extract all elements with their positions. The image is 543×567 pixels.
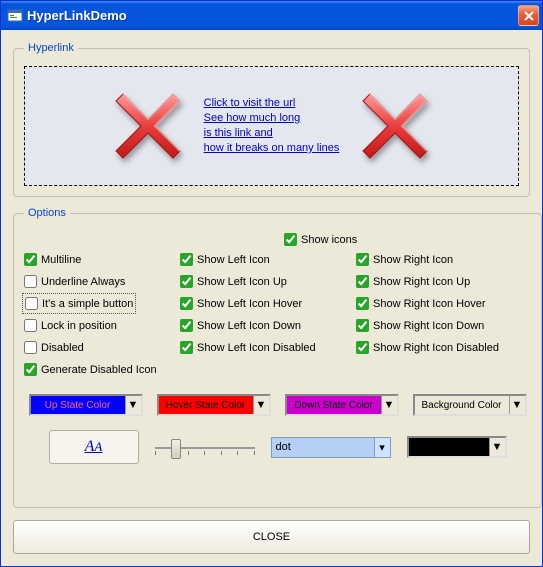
- show-left-icon-disabled-checkbox[interactable]: Show Left Icon Disabled: [180, 339, 350, 356]
- slider-thumb[interactable]: [171, 439, 181, 459]
- window: HyperLinkDemo Hyperlink Click to visit t…: [0, 0, 543, 567]
- slider[interactable]: [155, 439, 255, 455]
- up-state-color-picker[interactable]: Up State Color ▼: [29, 394, 143, 416]
- options-col-2: Show Left Icon Show Left Icon Up Show Le…: [180, 251, 350, 378]
- show-left-icon-hover-checkbox[interactable]: Show Left Icon Hover: [180, 295, 350, 312]
- hover-state-color-picker[interactable]: Hover State Color ▼: [157, 394, 271, 416]
- gen-disabled-icon-checkbox[interactable]: Generate Disabled Icon: [24, 361, 174, 378]
- hyperlink-preview[interactable]: Click to visit the url See how much long…: [24, 66, 519, 186]
- app-icon: [7, 8, 23, 24]
- chevron-down-icon[interactable]: ▼: [253, 396, 269, 414]
- show-right-icon-up-checkbox[interactable]: Show Right Icon Up: [356, 273, 531, 290]
- window-title: HyperLinkDemo: [27, 8, 518, 23]
- chevron-down-icon[interactable]: ▼: [125, 396, 141, 414]
- close-main-button[interactable]: CLOSE: [13, 520, 530, 554]
- show-left-icon-down-checkbox[interactable]: Show Left Icon Down: [180, 317, 350, 334]
- client-area: Hyperlink Click to visit the url See how…: [1, 30, 542, 566]
- font-button[interactable]: AA: [49, 430, 139, 464]
- disabled-checkbox[interactable]: Disabled: [24, 339, 174, 356]
- chevron-down-icon[interactable]: ▼: [509, 396, 525, 414]
- show-right-icon-checkbox[interactable]: Show Right Icon: [356, 251, 531, 268]
- chevron-down-icon[interactable]: ▼: [381, 396, 397, 414]
- lock-position-checkbox[interactable]: Lock in position: [24, 317, 174, 334]
- show-icons-checkbox[interactable]: Show icons: [284, 231, 357, 248]
- background-color-picker[interactable]: Background Color ▼: [413, 394, 527, 416]
- chevron-down-icon[interactable]: ▼: [489, 438, 505, 456]
- chevron-down-icon[interactable]: ▾: [374, 438, 390, 457]
- bottom-controls-row: AA dot ▾ ▼: [24, 430, 531, 464]
- black-color-picker[interactable]: ▼: [407, 436, 507, 458]
- close-button[interactable]: [518, 5, 539, 26]
- color-picker-row: Up State Color ▼ Hover State Color ▼ Dow…: [24, 394, 531, 416]
- right-x-icon: [355, 86, 435, 166]
- show-right-icon-down-checkbox[interactable]: Show Right Icon Down: [356, 317, 531, 334]
- show-right-icon-hover-checkbox[interactable]: Show Right Icon Hover: [356, 295, 531, 312]
- line-style-combo[interactable]: dot ▾: [271, 437, 391, 458]
- options-col-1: Multiline Underline Always It's a simple…: [24, 251, 174, 378]
- show-icons-input[interactable]: [284, 233, 297, 246]
- simple-button-checkbox[interactable]: It's a simple button: [24, 295, 134, 312]
- left-x-icon: [108, 86, 188, 166]
- titlebar[interactable]: HyperLinkDemo: [1, 1, 542, 30]
- show-left-icon-checkbox[interactable]: Show Left Icon: [180, 251, 350, 268]
- underline-checkbox[interactable]: Underline Always: [24, 273, 174, 290]
- options-col-3: Show Right Icon Show Right Icon Up Show …: [356, 251, 531, 378]
- options-group: Options Show icons Multiline Underline A…: [13, 207, 542, 508]
- hyperlink-legend: Hyperlink: [24, 42, 78, 54]
- hyperlink-text[interactable]: Click to visit the url See how much long…: [204, 96, 340, 156]
- show-right-icon-disabled-checkbox[interactable]: Show Right Icon Disabled: [356, 339, 531, 356]
- hyperlink-group: Hyperlink Click to visit the url See how…: [13, 42, 530, 197]
- close-icon: [523, 10, 535, 22]
- show-left-icon-up-checkbox[interactable]: Show Left Icon Up: [180, 273, 350, 290]
- down-state-color-picker[interactable]: Down State Color ▼: [285, 394, 399, 416]
- options-columns: Multiline Underline Always It's a simple…: [24, 251, 531, 378]
- options-legend: Options: [24, 207, 70, 219]
- multiline-checkbox[interactable]: Multiline: [24, 251, 174, 268]
